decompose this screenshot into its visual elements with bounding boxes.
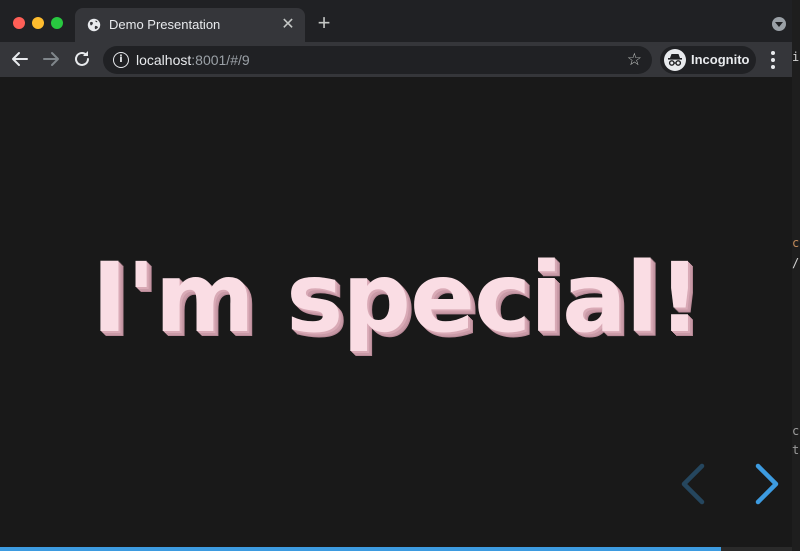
address-bar[interactable]: i localhost:8001/#/9 ☆ — [103, 46, 652, 74]
reload-button[interactable] — [71, 48, 93, 70]
edge-glyph: i — [792, 50, 800, 64]
next-slide-button[interactable] — [752, 463, 782, 505]
tab-strip: Demo Presentation ✕ + — [0, 0, 800, 42]
edge-glyph: c — [792, 236, 800, 250]
incognito-label: Incognito — [691, 52, 750, 67]
slide-heading: I'm special! — [91, 242, 702, 354]
edge-glyph: t — [792, 443, 800, 457]
new-tab-button[interactable]: + — [313, 12, 335, 35]
close-tab-icon[interactable]: ✕ — [279, 16, 297, 34]
back-button[interactable] — [9, 48, 31, 70]
close-window-button[interactable] — [13, 17, 25, 29]
star-icon[interactable]: ☆ — [627, 50, 642, 70]
url-text[interactable]: localhost:8001/#/9 — [136, 52, 250, 68]
url-path: :8001/#/9 — [191, 52, 250, 68]
presentation-viewport: I'm special! — [0, 77, 792, 551]
incognito-icon — [664, 49, 686, 71]
more-menu-icon[interactable] — [767, 51, 779, 69]
previous-slide-button[interactable] — [678, 463, 708, 505]
chevron-left-icon — [681, 463, 705, 505]
tab-search-icon[interactable] — [772, 17, 786, 31]
url-host: localhost — [136, 52, 192, 68]
edge-glyph: c — [792, 424, 800, 438]
edge-glyph: / — [792, 256, 800, 270]
forward-button[interactable] — [40, 48, 62, 70]
slide-progress-bar[interactable] — [0, 547, 792, 551]
background-window-edge: i c / c t — [792, 0, 800, 551]
chevron-right-icon — [755, 463, 779, 505]
info-icon[interactable]: i — [113, 52, 129, 68]
reload-icon — [75, 51, 89, 66]
maximize-window-button[interactable] — [51, 17, 63, 29]
tab-demo-presentation[interactable]: Demo Presentation ✕ — [75, 8, 305, 42]
slide-progress-fill — [0, 547, 721, 551]
globe-icon — [87, 18, 101, 32]
arrow-right-icon — [43, 52, 59, 66]
tab-title: Demo Presentation — [109, 17, 221, 32]
incognito-profile-button[interactable]: Incognito — [660, 46, 756, 74]
arrow-left-icon — [12, 52, 28, 66]
browser-toolbar: i localhost:8001/#/9 ☆ Incognito — [0, 42, 800, 77]
minimize-window-button[interactable] — [32, 17, 44, 29]
